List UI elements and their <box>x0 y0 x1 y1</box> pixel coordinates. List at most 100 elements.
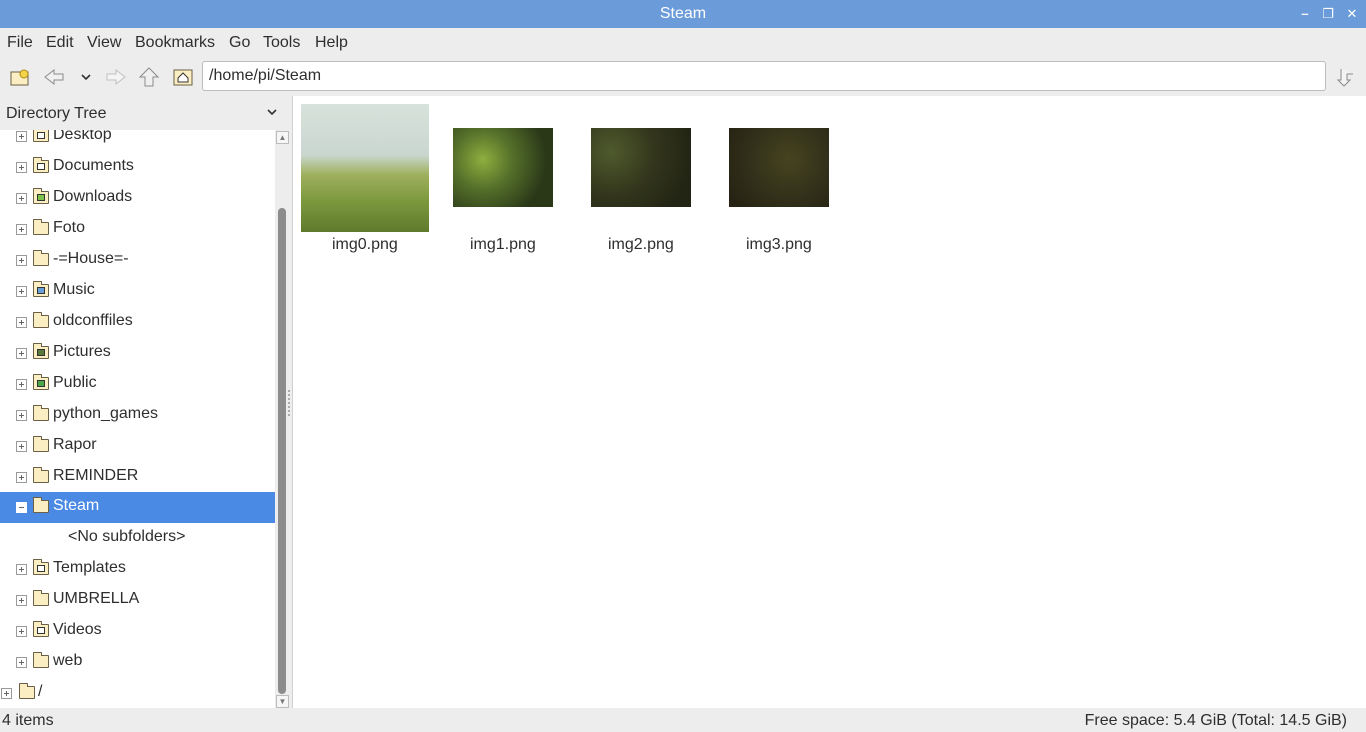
thumbnail-img1 <box>453 128 553 207</box>
scroll-down-arrow-icon[interactable]: ▼ <box>276 695 289 708</box>
new-folder-icon <box>10 69 29 86</box>
tree-item-videos[interactable]: Videos <box>0 616 275 647</box>
tree-item-downloads[interactable]: Downloads <box>0 183 275 214</box>
chevron-down-icon <box>81 74 91 81</box>
tree-item-label: Foto <box>53 219 86 236</box>
folder-icon <box>33 250 49 266</box>
history-dropdown-button[interactable] <box>74 65 98 89</box>
tree-item-label: Desktop <box>53 130 112 143</box>
expand-icon[interactable] <box>16 657 27 668</box>
expand-icon[interactable] <box>16 595 27 606</box>
tree-item-music[interactable]: Music <box>0 276 275 307</box>
expand-icon[interactable] <box>16 379 27 390</box>
pictures-folder-icon <box>33 343 49 359</box>
menu-help[interactable]: Help <box>315 28 348 57</box>
tree-item-desktop[interactable]: Desktop <box>0 130 275 152</box>
expand-icon[interactable] <box>16 255 27 266</box>
pane-resize-handle[interactable] <box>288 390 290 416</box>
tree-item-label: Templates <box>53 559 126 576</box>
tree-item-label: Videos <box>53 621 102 638</box>
tree-item-label: Pictures <box>53 343 111 360</box>
up-button[interactable] <box>137 65 161 89</box>
menu-go[interactable]: Go <box>229 28 250 57</box>
expand-icon[interactable] <box>16 193 27 204</box>
expand-icon[interactable] <box>16 317 27 328</box>
expand-icon[interactable] <box>16 626 27 637</box>
folder-icon <box>33 652 49 668</box>
tree-item-documents[interactable]: Documents <box>0 152 275 183</box>
back-arrow-icon <box>44 68 64 86</box>
tree-item-python-games[interactable]: python_games <box>0 400 275 431</box>
directory-tree: Desktop Documents Downloads Foto -=House… <box>0 130 275 708</box>
documents-folder-icon <box>33 157 49 173</box>
jump-arrow-icon <box>1336 69 1353 87</box>
tree-item-public[interactable]: Public <box>0 369 275 400</box>
folder-icon <box>33 405 49 421</box>
desktop-folder-icon <box>33 130 49 142</box>
file-view[interactable]: img0.png img1.png img2.png img3.png <box>292 96 1366 708</box>
scroll-up-arrow-icon[interactable]: ▲ <box>276 131 289 144</box>
tree-item-steam[interactable]: Steam <box>0 492 275 523</box>
folder-icon <box>33 436 49 452</box>
tree-item-label: -=House=- <box>53 250 129 267</box>
thumbnail-img2 <box>591 128 691 207</box>
tree-item-rapor[interactable]: Rapor <box>0 431 275 462</box>
home-icon <box>173 69 193 86</box>
new-window-button[interactable] <box>8 65 32 89</box>
tree-item-oldconffiles[interactable]: oldconffiles <box>0 307 275 338</box>
sidebar-mode-label: Directory Tree <box>6 105 107 122</box>
home-button[interactable] <box>171 65 195 89</box>
tree-item-label: Rapor <box>53 436 97 453</box>
tree-item-reminder[interactable]: REMINDER <box>0 462 275 493</box>
menu-edit[interactable]: Edit <box>46 28 74 57</box>
tree-item-templates[interactable]: Templates <box>0 554 275 585</box>
tree-item-label: / <box>38 683 43 700</box>
forward-button[interactable] <box>104 65 128 89</box>
expand-icon[interactable] <box>16 348 27 359</box>
tree-item-root[interactable]: / <box>0 678 275 708</box>
folder-icon <box>19 683 35 699</box>
chevron-down-icon <box>266 106 278 121</box>
back-button[interactable] <box>42 65 66 89</box>
tree-item-house[interactable]: -=House=- <box>0 245 275 276</box>
tree-scrollbar-thumb[interactable] <box>278 208 286 694</box>
music-folder-icon <box>33 281 49 297</box>
expand-icon[interactable] <box>16 286 27 297</box>
sidebar-mode-selector[interactable]: Directory Tree <box>0 100 290 130</box>
title-bar: Steam – ❐ ✕ <box>0 0 1366 28</box>
tree-item-pictures[interactable]: Pictures <box>0 338 275 369</box>
minimize-button[interactable]: – <box>1294 0 1316 28</box>
expand-icon[interactable] <box>16 472 27 483</box>
location-path-input[interactable]: /home/pi/Steam <box>202 61 1326 91</box>
tree-item-no-subfolders: <No subfolders> <box>0 523 275 554</box>
collapse-icon[interactable] <box>16 502 27 513</box>
tree-item-label: Documents <box>53 157 134 174</box>
go-button[interactable] <box>1334 65 1358 89</box>
expand-icon[interactable] <box>16 441 27 452</box>
tree-item-label: Public <box>53 374 97 391</box>
menu-bookmarks[interactable]: Bookmarks <box>135 28 215 57</box>
expand-icon[interactable] <box>16 131 27 142</box>
tree-item-label: oldconffiles <box>53 312 133 329</box>
tree-item-foto[interactable]: Foto <box>0 214 275 245</box>
expand-icon[interactable] <box>1 688 12 699</box>
public-folder-icon <box>33 374 49 390</box>
menu-tools[interactable]: Tools <box>263 28 300 57</box>
window-title: Steam <box>659 5 707 22</box>
expand-icon[interactable] <box>16 564 27 575</box>
expand-icon[interactable] <box>16 162 27 173</box>
folder-icon <box>33 497 49 513</box>
menu-view[interactable]: View <box>87 28 121 57</box>
thumbnail-img3 <box>729 128 829 207</box>
tree-item-web[interactable]: web <box>0 647 275 678</box>
maximize-button[interactable]: ❐ <box>1317 0 1339 28</box>
thumbnail-img0 <box>301 104 429 232</box>
file-name: img3.png <box>746 236 812 253</box>
expand-icon[interactable] <box>16 410 27 421</box>
menu-file[interactable]: File <box>7 28 33 57</box>
up-arrow-icon <box>138 67 160 87</box>
tree-item-umbrella[interactable]: UMBRELLA <box>0 585 275 616</box>
close-button[interactable]: ✕ <box>1341 0 1363 28</box>
videos-folder-icon <box>33 621 49 637</box>
expand-icon[interactable] <box>16 224 27 235</box>
